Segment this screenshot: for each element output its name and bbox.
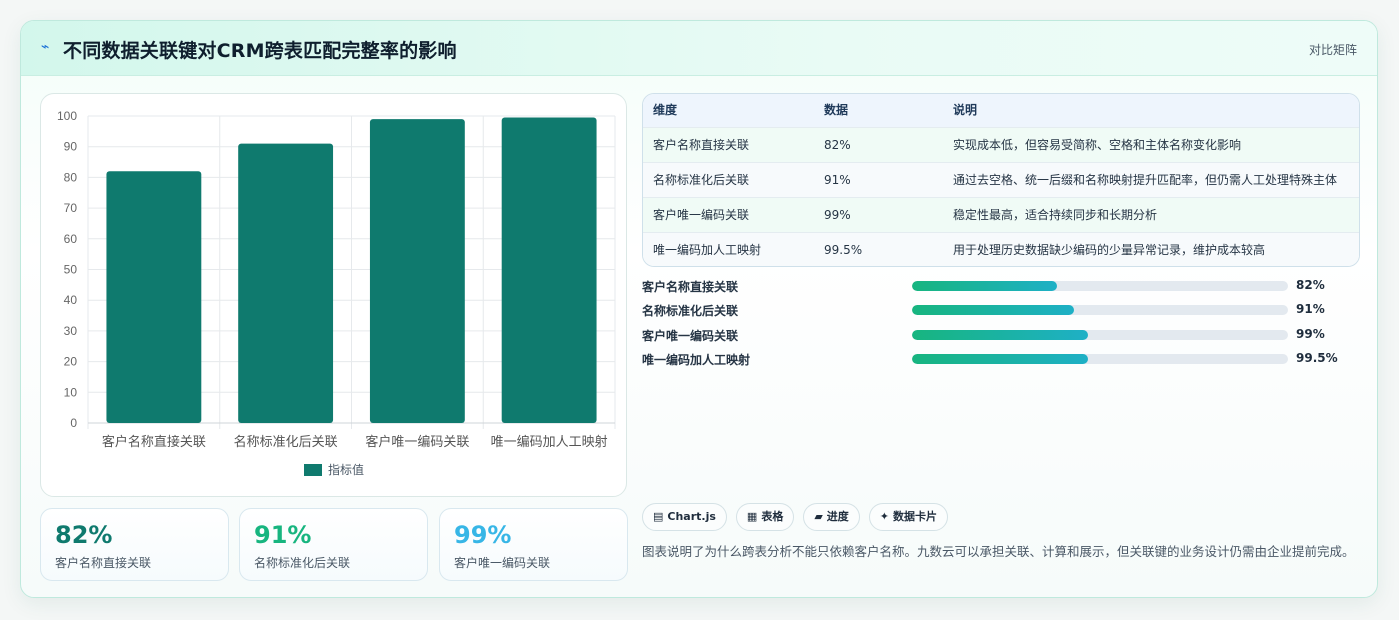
table-row: 客户唯一编码关联 99% 稳定性最高，适合持续同步和长期分析: [643, 197, 1359, 232]
table-cell: 通过去空格、统一后缀和名称映射提升匹配率，但仍需人工处理特殊主体: [953, 173, 1338, 187]
stat-value: 99%: [454, 521, 512, 549]
table-cell: 91%: [824, 173, 851, 187]
x-tick-label: 客户名称直接关联: [102, 434, 206, 450]
x-tick-label: 唯一编码加人工映射: [491, 434, 608, 450]
y-tick-label: 100: [57, 109, 77, 123]
progress-fill: [912, 305, 1074, 315]
card-header: ⌁ 不同数据关联键对CRM跨表匹配完整率的影响 对比矩阵: [21, 21, 1377, 76]
tag-label: Chart.js: [667, 510, 716, 523]
y-tick-label: 10: [64, 385, 78, 399]
bar-2: [369, 119, 465, 423]
table-cell: 实现成本低，但容易受简称、空格和主体名称变化影响: [953, 138, 1242, 152]
progress-fill: [912, 354, 1088, 364]
table-cell: 用于处理历史数据缺少编码的少量异常记录，维护成本较高: [953, 243, 1266, 257]
y-tick-label: 0: [70, 416, 77, 430]
progress-track: [912, 305, 1288, 315]
legend-swatch: [304, 463, 322, 476]
bar-chart: 0 10 20 30 40 50 60 70 80 90 100 客户名称直接关联 名称标准化后关联 客户…: [57, 109, 616, 450]
progress-row-3: 唯一编码加人工映射 99.5%: [642, 349, 1362, 369]
y-tick-label: 40: [64, 293, 78, 307]
bar-3: [501, 117, 597, 423]
stat-value: 82%: [55, 521, 113, 549]
progress-row-0: 客户名称直接关联 82%: [642, 276, 1362, 296]
chart-description: 图表说明了为什么跨表分析不能只依赖客户名称。九数云可以承担关联、计算和展示，但关…: [642, 544, 1355, 559]
progress-track: [912, 281, 1288, 291]
stat-label: 客户名称直接关联: [55, 556, 152, 570]
bar-1: [238, 143, 334, 423]
stat-label: 名称标准化后关联: [254, 556, 351, 570]
tag-label: 数据卡片: [893, 510, 938, 523]
stat-label: 客户唯一编码关联: [454, 556, 551, 570]
table-header-cell: 说明: [953, 103, 978, 117]
progress-label: 客户唯一编码关联: [642, 329, 739, 343]
tag-list: ▤ Chart.js ▦ 表格 ▰ 进度 ✦ 数据卡片: [642, 503, 949, 531]
y-tick-label: 30: [64, 324, 78, 338]
chart-legend[interactable]: 指标值: [304, 461, 364, 478]
table-row: 唯一编码加人工映射 99.5% 用于处理历史数据缺少编码的少量异常记录，维护成本…: [643, 232, 1359, 266]
tag-label: 表格: [761, 510, 784, 523]
legend-label: 指标值: [328, 463, 365, 477]
table-header-cell: 数据: [824, 103, 849, 117]
table-cell: 99.5%: [824, 243, 863, 257]
progress-value: 91%: [1296, 302, 1325, 316]
progress-label: 名称标准化后关联: [642, 304, 739, 318]
dashboard-card: ⌁ 不同数据关联键对CRM跨表匹配完整率的影响 对比矩阵 0 10 20 30 40 50…: [20, 20, 1378, 598]
table-cell: 稳定性最高，适合持续同步和长期分析: [953, 208, 1158, 222]
tag-chartjs[interactable]: ▤ Chart.js: [642, 503, 727, 531]
table-cell: 客户名称直接关联: [653, 138, 750, 152]
y-tick-label: 50: [64, 263, 78, 277]
progress-row-1: 名称标准化后关联 91%: [642, 300, 1362, 320]
table-cell: 99%: [824, 208, 851, 222]
progress-value: 99%: [1296, 327, 1325, 341]
table-header-row: 维度 数据 说明: [643, 94, 1359, 127]
table-row: 名称标准化后关联 91% 通过去空格、统一后缀和名称映射提升匹配率，但仍需人工处…: [643, 162, 1359, 197]
y-tick-label: 80: [64, 170, 78, 184]
stat-value: 91%: [254, 521, 312, 549]
x-tick-label: 名称标准化后关联: [234, 434, 338, 450]
progress-row-2: 客户唯一编码关联 99%: [642, 325, 1362, 345]
stat-card-0: 82% 客户名称直接关联: [40, 508, 229, 581]
table-cell: 客户唯一编码关联: [653, 208, 750, 222]
progress-fill: [912, 281, 1057, 291]
y-tick-label: 20: [64, 355, 78, 369]
progress-track: [912, 330, 1288, 340]
progress-fill: [912, 330, 1088, 340]
table-icon: ▦: [746, 510, 758, 523]
table-cell: 唯一编码加人工映射: [653, 243, 762, 257]
progress-track: [912, 354, 1288, 364]
table-cell: 名称标准化后关联: [653, 173, 750, 187]
stat-card-2: 99% 客户唯一编码关联: [439, 508, 628, 581]
lightning-icon: ⌁: [41, 39, 50, 55]
progress-icon: ▰: [814, 510, 823, 523]
tag-label: 进度: [826, 510, 849, 523]
stat-card-1: 91% 名称标准化后关联: [239, 508, 428, 581]
tag-progress[interactable]: ▰ 进度: [803, 503, 860, 531]
bar-0: [106, 171, 202, 423]
table-row: 客户名称直接关联 82% 实现成本低，但容易受简称、空格和主体名称变化影响: [643, 127, 1359, 162]
x-tick-label: 客户唯一编码关联: [365, 434, 469, 450]
chart-icon: ▤: [653, 510, 664, 523]
progress-value: 99.5%: [1296, 351, 1338, 365]
comparison-table: 维度 数据 说明 客户名称直接关联 82% 实现成本低，但容易受简称、空格和主体…: [642, 93, 1360, 267]
y-tick-label: 70: [64, 201, 78, 215]
page-title: 不同数据关联键对CRM跨表匹配完整率的影响: [63, 40, 457, 62]
progress-label: 唯一编码加人工映射: [642, 353, 751, 367]
bar-chart-panel: 0 10 20 30 40 50 60 70 80 90 100 客户名称直接关联 名称标准化后关联 客户…: [40, 93, 627, 497]
header-view-label[interactable]: 对比矩阵: [1309, 41, 1357, 58]
progress-value: 82%: [1296, 278, 1325, 292]
tag-table[interactable]: ▦ 表格: [735, 503, 795, 531]
y-tick-label: 60: [64, 232, 78, 246]
progress-label: 客户名称直接关联: [642, 280, 739, 294]
sparkle-icon: ✦: [879, 510, 890, 523]
tag-data-card[interactable]: ✦ 数据卡片: [868, 503, 949, 531]
y-tick-label: 90: [64, 140, 78, 154]
table-header-cell: 维度: [653, 103, 678, 117]
table-cell: 82%: [824, 138, 851, 152]
